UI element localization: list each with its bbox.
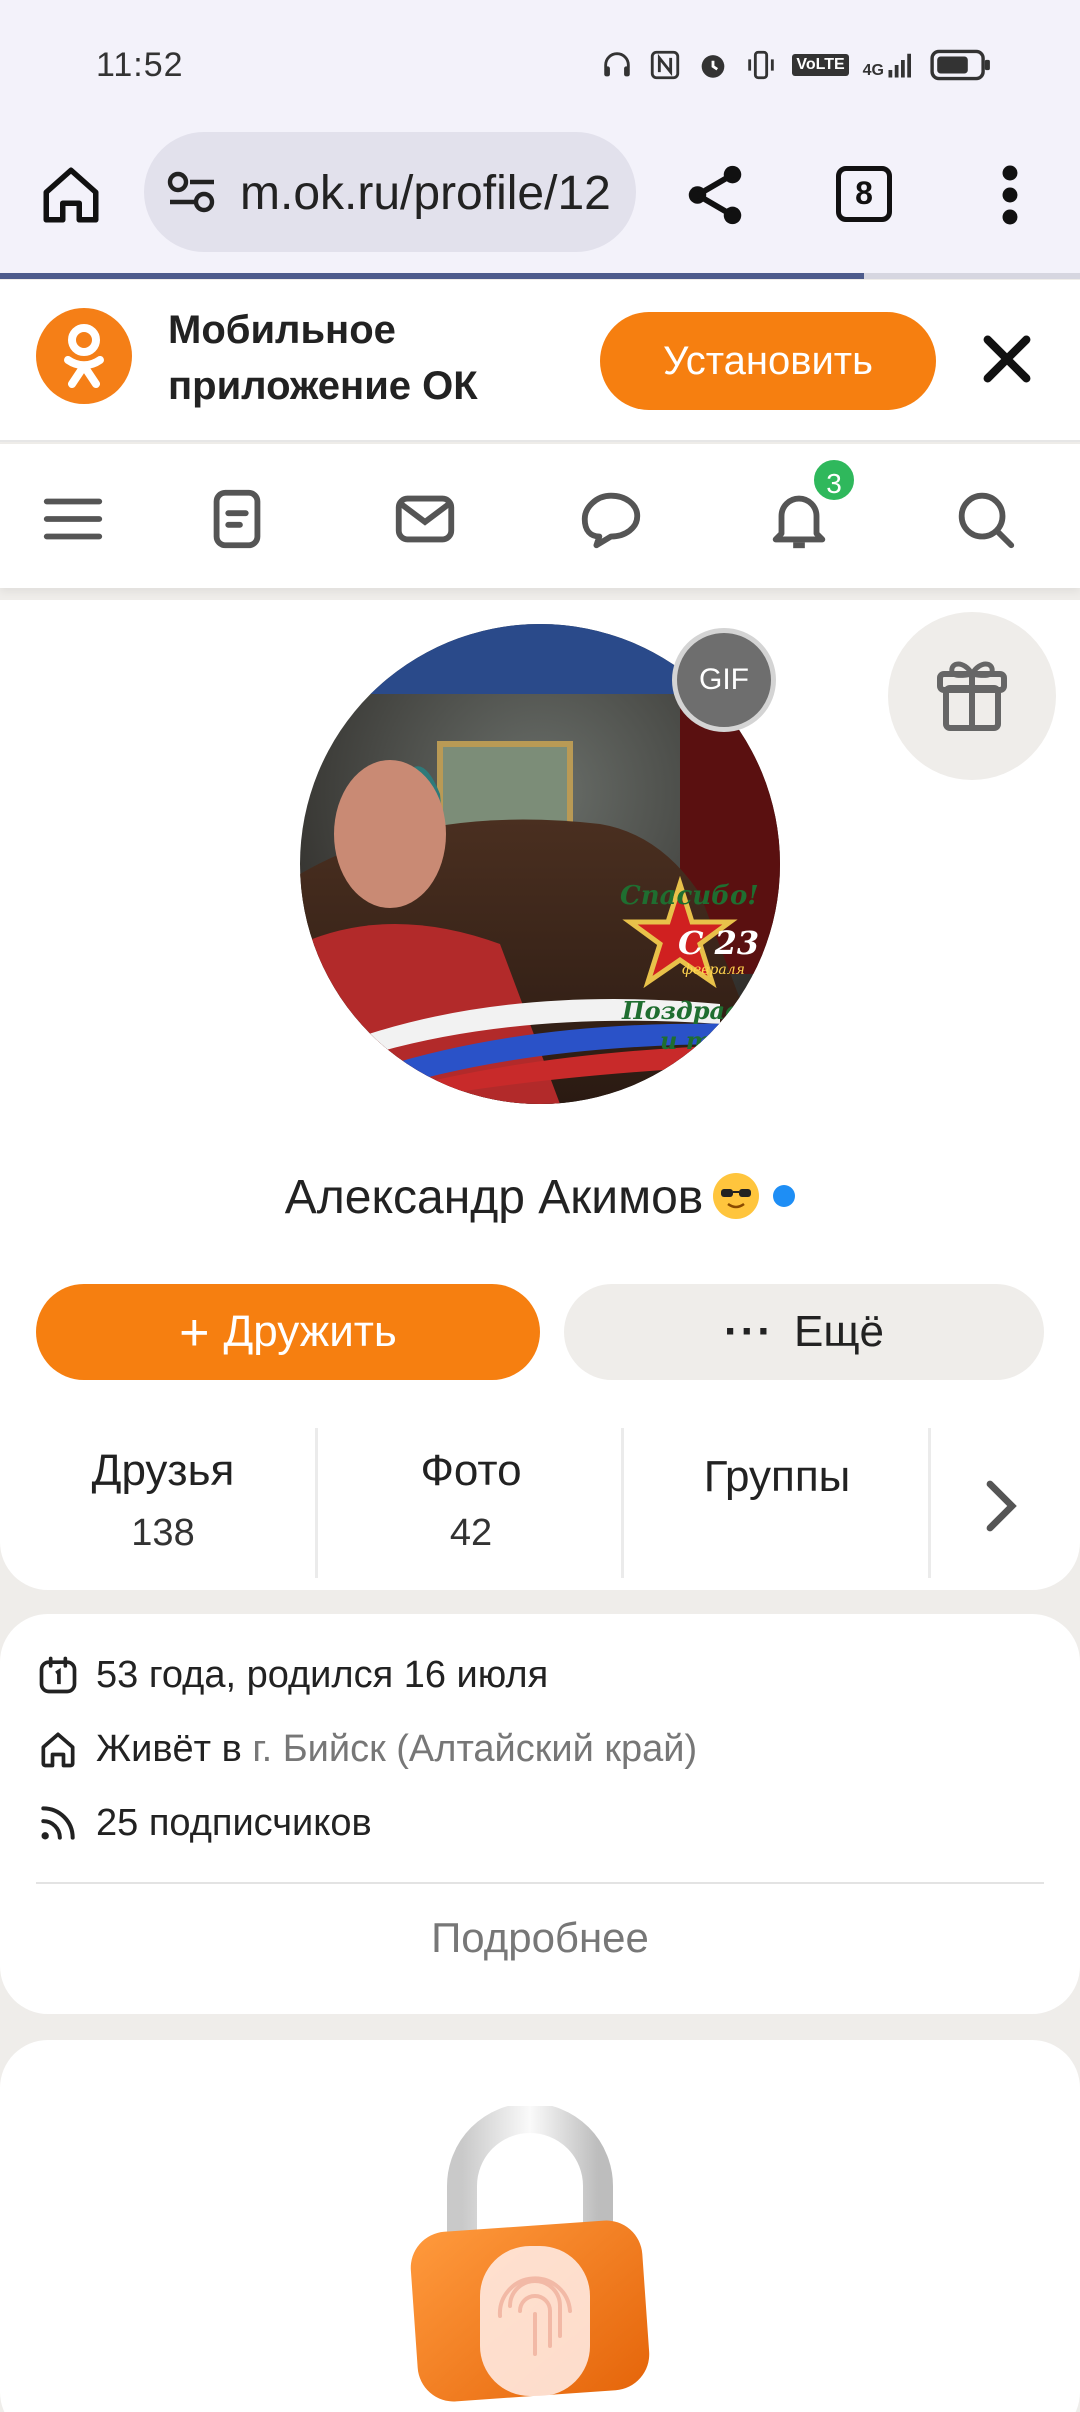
- plus-icon: +: [179, 1304, 210, 1362]
- chevron-right-icon[interactable]: [980, 1478, 1020, 1534]
- vibrate-icon: [748, 50, 775, 80]
- avatar-thanks-text: Спасибо!: [620, 881, 759, 911]
- mail-icon[interactable]: [390, 484, 460, 554]
- gift-icon: [937, 661, 1007, 731]
- info-age-text: 53 года, родился 16 июля: [96, 1653, 549, 1696]
- stat-label: Группы: [703, 1452, 851, 1501]
- more-label: Ещё: [793, 1307, 884, 1356]
- address-bar[interactable]: m.ok.ru/profile/12: [144, 132, 636, 252]
- status-bar: 11:52 VoLTE 4G: [0, 0, 1080, 130]
- stat-groups[interactable]: Группы: [624, 1428, 930, 1578]
- calendar-icon: [39, 1656, 77, 1694]
- chat-icon[interactable]: [576, 484, 646, 554]
- network-label: 4G: [863, 50, 916, 80]
- sunglasses-emoji-icon: [713, 1173, 760, 1219]
- app-install-banner: Мобильное приложение ОК Установить: [0, 280, 1080, 442]
- volte-icon: VoLTE: [792, 54, 849, 76]
- search-icon[interactable]: [950, 484, 1020, 554]
- ok-logo-icon: [36, 308, 132, 404]
- info-subscribers: 25 подписчиков: [36, 1798, 372, 1848]
- nfc-icon: [651, 50, 680, 80]
- site-settings-icon[interactable]: [166, 170, 218, 214]
- stat-label: Фото: [420, 1446, 522, 1495]
- more-vert-icon[interactable]: [990, 162, 1030, 228]
- stat-value: 42: [449, 1512, 493, 1554]
- feed-icon[interactable]: [202, 484, 272, 554]
- private-profile-card: [0, 2040, 1080, 2412]
- status-time: 11:52: [96, 46, 184, 84]
- profile-info-card: 53 года, родился 16 июля Живёт в г. Бийс…: [0, 1614, 1080, 2014]
- more-dots-icon: ···: [724, 1307, 774, 1356]
- browser-toolbar: m.ok.ru/profile/12 8: [0, 120, 1080, 275]
- online-status-icon: [773, 1185, 796, 1207]
- alarm-icon: [702, 55, 725, 78]
- notifications-badge: 3: [810, 456, 858, 504]
- stat-divider: [928, 1428, 931, 1578]
- url-text[interactable]: m.ok.ru/profile/12: [240, 166, 620, 221]
- info-age: 53 года, родился 16 июля: [36, 1650, 548, 1700]
- info-lives-prefix: Живёт в: [96, 1727, 242, 1770]
- status-icons: VoLTE 4G: [600, 48, 992, 82]
- more-details-link[interactable]: Подробнее: [0, 1914, 1080, 1962]
- stat-friends[interactable]: Друзья 138: [10, 1428, 316, 1578]
- add-friend-button[interactable]: + Дружить: [36, 1284, 540, 1380]
- signal-icon: [888, 53, 911, 78]
- profile-stats: Друзья 138 Фото 42 Группы: [0, 1428, 1080, 1578]
- info-location: Живёт в г. Бийск (Алтайский край): [36, 1724, 697, 1774]
- menu-icon[interactable]: [38, 484, 108, 554]
- avatar-congrats-text-2: и тебя!: [660, 1026, 773, 1055]
- stat-photos[interactable]: Фото 42: [318, 1428, 624, 1578]
- stat-label: Друзья: [91, 1446, 235, 1495]
- gift-button[interactable]: [888, 612, 1056, 780]
- ok-logo-glyph: [64, 324, 104, 388]
- share-icon[interactable]: [680, 160, 750, 230]
- page-load-progress: [0, 273, 1080, 279]
- profile-card: Спасибо! С 23 февраля Поздравляю и тебя!…: [0, 600, 1080, 1590]
- more-button[interactable]: ··· Ещё: [564, 1284, 1044, 1380]
- info-subscribers-text[interactable]: 25 подписчиков: [96, 1802, 372, 1845]
- battery-icon: [930, 49, 990, 81]
- add-friend-label: Дружить: [223, 1307, 397, 1356]
- banner-title: Мобильное приложение ОК: [168, 308, 478, 408]
- gif-badge[interactable]: GIF: [672, 628, 776, 732]
- network-type: 4G: [862, 62, 884, 79]
- profile-name-row: Александр Акимов: [0, 1170, 1080, 1225]
- install-button[interactable]: Установить: [600, 312, 936, 410]
- headphones-icon: [604, 52, 631, 77]
- avatar-congrats-text: Поздравляю: [621, 996, 780, 1025]
- home-icon: [41, 1732, 75, 1768]
- avatar-day-text: С 23: [678, 924, 759, 962]
- top-navigation: [0, 444, 1080, 588]
- tabs-button[interactable]: 8: [836, 166, 892, 222]
- rss-icon: [41, 1806, 75, 1840]
- home-icon[interactable]: [38, 162, 104, 228]
- padlock-fingerprint-icon: [410, 2106, 650, 2402]
- stat-value: 138: [131, 1512, 195, 1554]
- close-icon[interactable]: [978, 330, 1036, 388]
- avatar-month-text: февраля: [682, 962, 745, 978]
- profile-name: Александр Акимов: [284, 1171, 704, 1224]
- page-load-progress-fill: [0, 273, 864, 279]
- info-city-link[interactable]: г. Бийск (Алтайский край): [252, 1728, 697, 1771]
- info-divider: [36, 1882, 1044, 1884]
